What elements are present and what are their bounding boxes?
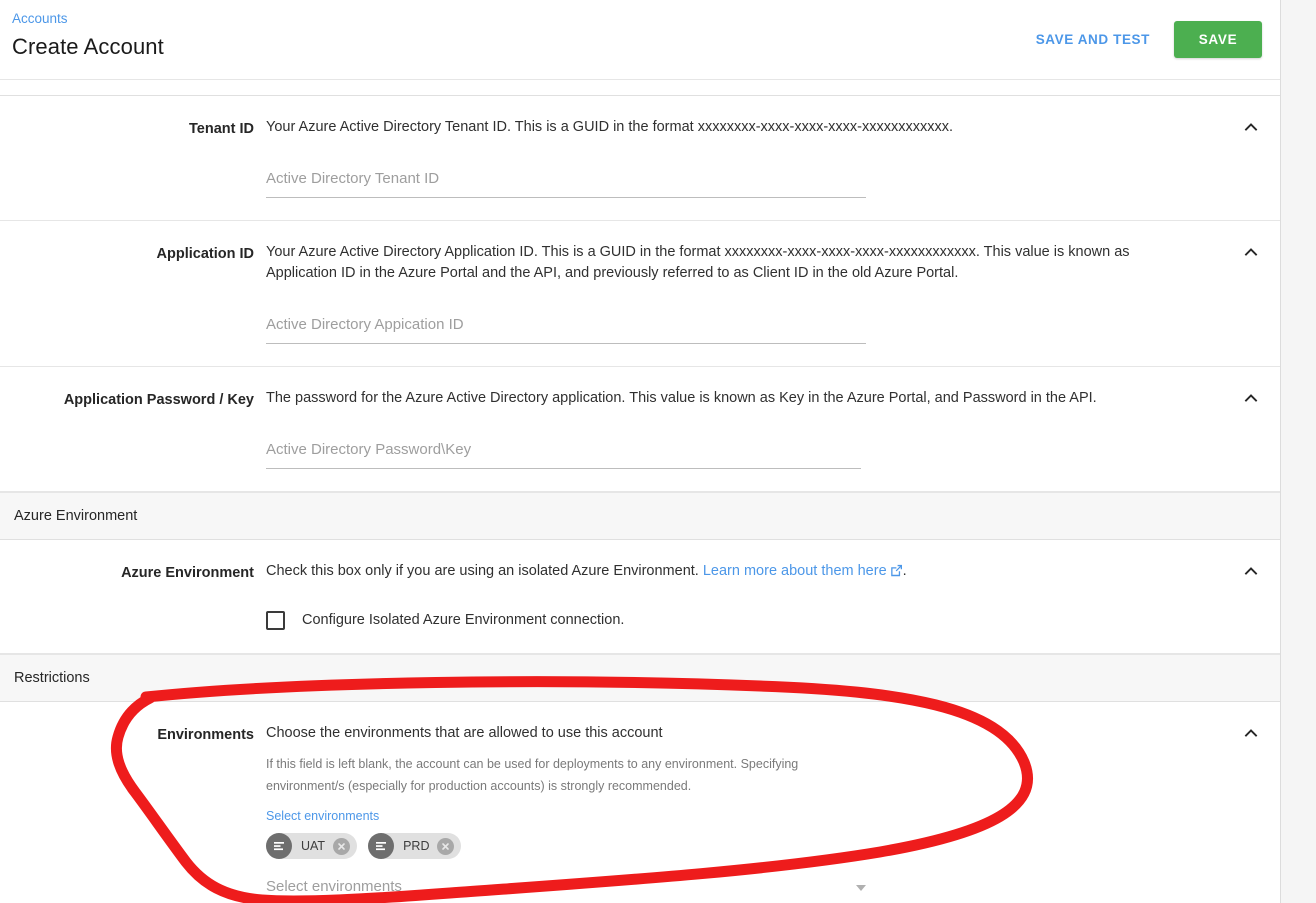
isolated-environment-checkbox-row: Configure Isolated Azure Environment con… [266, 610, 1222, 631]
azure-environment-description-tail: . [902, 563, 907, 579]
chevron-up-icon[interactable] [1242, 562, 1260, 580]
chevron-down-icon [856, 885, 866, 891]
azure-environment-description-text: Check this box only if you are using an … [266, 563, 703, 579]
azure-environment-body: Check this box only if you are using an … [266, 561, 1280, 631]
save-and-test-button[interactable]: SAVE AND TEST [1030, 24, 1156, 55]
page-header: Accounts Create Account SAVE AND TEST SA… [0, 0, 1280, 80]
azure-environment-description: Check this box only if you are using an … [266, 561, 1196, 584]
content-column: Accounts Create Account SAVE AND TEST SA… [0, 0, 1281, 903]
application-id-body: Your Azure Active Directory Application … [266, 242, 1280, 344]
azure-environment-label: Azure Environment [121, 565, 254, 581]
field-row-tenant-id: Tenant ID Your Azure Active Directory Te… [0, 96, 1280, 221]
save-button[interactable]: SAVE [1174, 21, 1262, 58]
chevron-up-icon[interactable] [1242, 118, 1260, 136]
application-id-label: Application ID [156, 246, 254, 262]
chip-uat[interactable]: UAT [266, 833, 358, 859]
application-password-body: The password for the Azure Active Direct… [266, 388, 1280, 469]
header-actions: SAVE AND TEST SAVE [1030, 21, 1262, 58]
external-link-icon [890, 563, 903, 584]
environments-description: Choose the environments that are allowed… [266, 725, 663, 741]
header-spacer-strip [0, 80, 1280, 96]
field-row-application-id: Application ID Your Azure Active Directo… [0, 221, 1280, 367]
application-password-placeholder: Active Directory Password\Key [266, 441, 472, 458]
tenant-id-placeholder: Active Directory Tenant ID [266, 170, 440, 187]
field-row-environments: Environments Choose the environments tha… [0, 702, 1280, 903]
field-row-application-password: Application Password / Key The password … [0, 367, 1280, 492]
chip-prd[interactable]: PRD [368, 833, 462, 859]
chip-remove-icon[interactable] [333, 837, 351, 855]
environments-label: Environments [157, 727, 254, 743]
tenant-id-label: Tenant ID [189, 121, 254, 137]
environments-body: Choose the environments that are allowed… [266, 723, 1280, 903]
app-root: Accounts Create Account SAVE AND TEST SA… [0, 0, 1316, 903]
environment-list-icon [368, 833, 395, 859]
environments-sub-description: If this field is left blank, the account… [266, 757, 799, 793]
chevron-up-icon[interactable] [1242, 243, 1260, 261]
application-password-label: Application Password / Key [63, 392, 254, 408]
tenant-id-description: Your Azure Active Directory Tenant ID. T… [266, 119, 954, 135]
application-password-description: The password for the Azure Active Direct… [266, 390, 1097, 406]
application-password-input[interactable]: Active Directory Password\Key [266, 439, 861, 469]
chevron-up-icon[interactable] [1242, 724, 1260, 742]
select-environments-link[interactable]: Select environments [266, 807, 379, 825]
chip-label: UAT [301, 839, 326, 853]
application-id-placeholder: Active Directory Appication ID [266, 316, 464, 333]
isolated-environment-checkbox[interactable] [266, 611, 285, 630]
section-header-azure-environment: Azure Environment [0, 492, 1280, 540]
environments-select-placeholder: Select environments [266, 878, 402, 895]
application-id-input[interactable]: Active Directory Appication ID [266, 314, 866, 344]
learn-more-link[interactable]: Learn more about them here [703, 563, 887, 579]
chevron-up-icon[interactable] [1242, 389, 1260, 407]
section-header-restrictions: Restrictions [0, 654, 1280, 702]
environment-list-icon [266, 833, 292, 859]
isolated-environment-checkbox-label: Configure Isolated Azure Environment con… [302, 612, 625, 628]
environments-select[interactable]: Select environments [266, 876, 866, 903]
tenant-id-body: Your Azure Active Directory Tenant ID. T… [266, 117, 1280, 198]
application-id-description: Your Azure Active Directory Application … [266, 244, 1130, 281]
chip-remove-icon[interactable] [437, 837, 455, 855]
chip-label: PRD [403, 839, 430, 853]
environments-chip-list: UAT PRD [266, 833, 1222, 859]
tenant-id-input[interactable]: Active Directory Tenant ID [266, 168, 866, 198]
field-row-azure-environment: Azure Environment Check this box only if… [0, 540, 1280, 654]
